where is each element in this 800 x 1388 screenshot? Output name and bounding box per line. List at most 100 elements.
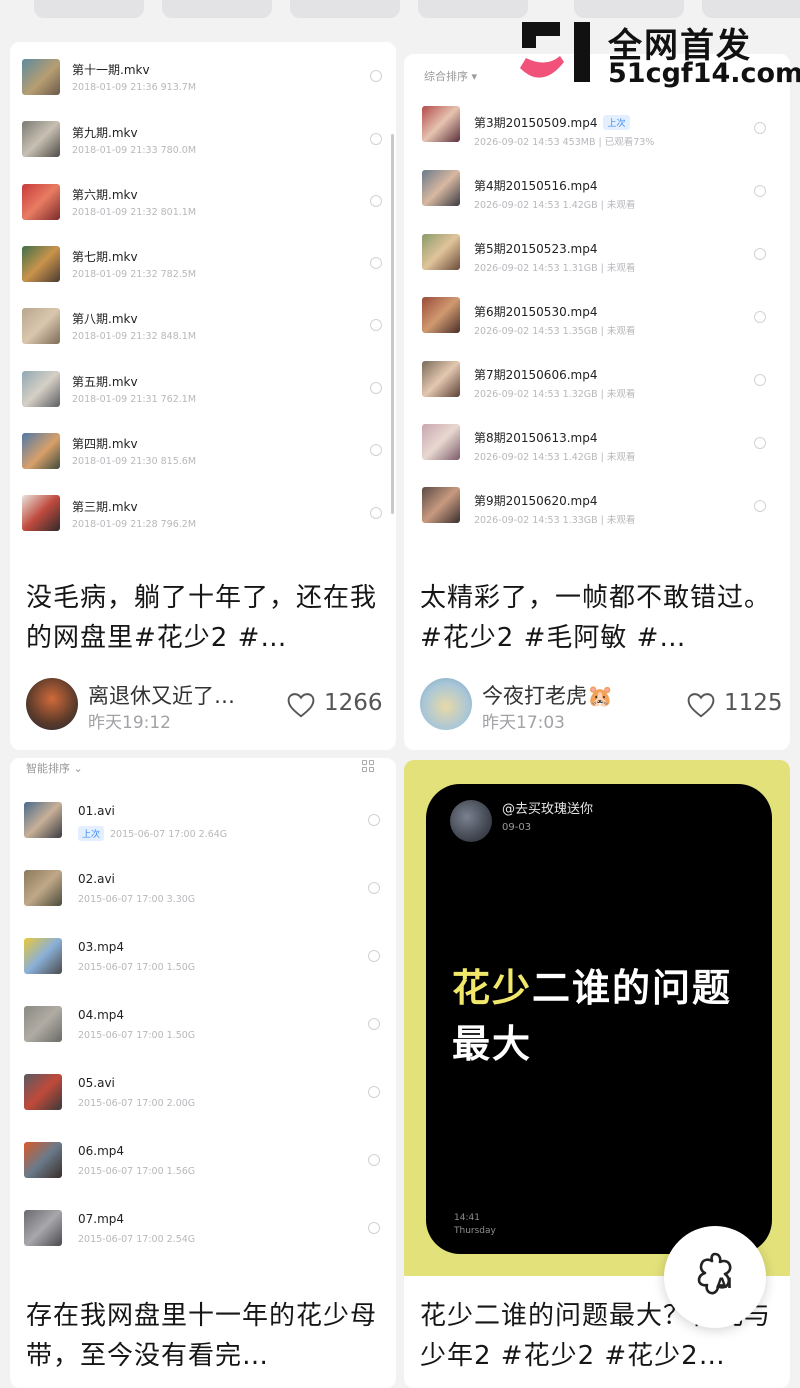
ai-sparkle-icon: AI bbox=[697, 1252, 732, 1295]
tab-6[interactable] bbox=[702, 0, 800, 18]
video-thumbnail bbox=[24, 1142, 62, 1178]
file-name: 第9期20150620.mp4 bbox=[474, 494, 598, 508]
select-radio bbox=[368, 950, 380, 962]
video-thumbnail bbox=[422, 170, 460, 206]
watermark-logo bbox=[520, 22, 590, 82]
ai-label: AI bbox=[716, 1276, 732, 1292]
file-meta: 2015-06-07 17:00 1.50G bbox=[78, 1030, 196, 1041]
file-name: 第5期20150523.mp4 bbox=[474, 242, 598, 256]
video-thumbnail bbox=[24, 802, 62, 838]
file-name: 第八期.mkv bbox=[72, 312, 138, 326]
card-cover-screenshot: 综合排序 ▾ 第3期20150509.mp4 上次 2026-09-02 14:5… bbox=[404, 54, 790, 560]
feed-card-1[interactable]: 第十一期.mkv 2018-01-09 21:36 913.7M 第九期.mkv… bbox=[10, 42, 396, 750]
select-radio bbox=[370, 70, 382, 82]
select-radio bbox=[368, 1222, 380, 1234]
video-thumbnail bbox=[422, 234, 460, 270]
select-radio bbox=[754, 248, 766, 260]
select-radio bbox=[370, 507, 382, 519]
file-name: 04.mp4 bbox=[78, 1008, 125, 1022]
note-date: 09-03 bbox=[502, 822, 532, 833]
file-name: 第五期.mkv bbox=[72, 375, 138, 389]
author-name[interactable]: 今夜打老虎🐹 bbox=[482, 680, 613, 710]
file-meta: 2026-09-02 14:53 1.32GB | 未观看 bbox=[474, 389, 636, 400]
video-thumbnail bbox=[422, 424, 460, 460]
file-name: 第4期20150516.mp4 bbox=[474, 179, 598, 193]
feed-card-3[interactable]: 智能排序 ⌄ 01.avi 上次 2015-06-07 17:00 2.64G 0… bbox=[10, 758, 396, 1388]
video-thumbnail bbox=[422, 361, 460, 397]
file-name: 第四期.mkv bbox=[72, 437, 138, 451]
phone-note-screenshot: @去买玫瑰送你 09-03 花少二谁的问题最大 14:41 Thursday bbox=[426, 784, 772, 1254]
file-name: 05.avi bbox=[78, 1076, 115, 1090]
scrollbar bbox=[391, 134, 394, 514]
tab-3[interactable] bbox=[290, 0, 400, 18]
like-count: 1125 bbox=[724, 690, 783, 716]
video-thumbnail bbox=[24, 938, 62, 974]
file-meta: 2015-06-07 17:00 1.56G bbox=[78, 1166, 196, 1177]
select-radio bbox=[368, 882, 380, 894]
file-name: 第十一期.mkv bbox=[72, 63, 150, 77]
card-cover-screenshot: 智能排序 ⌄ 01.avi 上次 2015-06-07 17:00 2.64G 0… bbox=[10, 758, 396, 1270]
file-meta: 2026-09-02 14:53 1.42GB | 未观看 bbox=[474, 452, 636, 463]
like-button[interactable]: 1266 bbox=[286, 690, 383, 720]
avatar[interactable] bbox=[420, 678, 472, 730]
ai-assistant-button[interactable]: AI bbox=[664, 1226, 766, 1328]
file-name: 第8期20150613.mp4 bbox=[474, 431, 598, 445]
file-name: 01.avi bbox=[78, 804, 115, 818]
video-thumbnail bbox=[22, 184, 60, 220]
select-radio bbox=[368, 1018, 380, 1030]
file-name: 第3期20150509.mp4 上次 bbox=[474, 114, 630, 131]
post-caption: 存在我网盘里十一年的花少母带，至今没有看完… bbox=[26, 1301, 378, 1371]
file-meta: 2026-09-02 14:53 1.31GB | 未观看 bbox=[474, 263, 636, 274]
like-count: 1266 bbox=[324, 690, 383, 716]
select-radio bbox=[754, 185, 766, 197]
card-cover-screenshot: 第十一期.mkv 2018-01-09 21:36 913.7M 第九期.mkv… bbox=[10, 42, 396, 560]
tab-5[interactable] bbox=[574, 0, 684, 18]
heart-icon bbox=[287, 693, 315, 718]
tab-2[interactable] bbox=[162, 0, 272, 18]
video-thumbnail bbox=[22, 59, 60, 95]
select-radio bbox=[370, 133, 382, 145]
site-watermark: 全网首发 51cgf14.com bbox=[516, 18, 800, 90]
note-headline: 花少二谁的问题最大 bbox=[452, 960, 752, 1072]
video-thumbnail bbox=[22, 495, 60, 531]
post-caption: 没毛病，躺了十年了，还在我的网盘里#花少2 #… bbox=[26, 583, 378, 653]
video-thumbnail bbox=[24, 1074, 62, 1110]
select-radio bbox=[370, 257, 382, 269]
file-name: 06.mp4 bbox=[78, 1144, 125, 1158]
feed-card-2[interactable]: 综合排序 ▾ 第3期20150509.mp4 上次 2026-09-02 14:5… bbox=[404, 54, 790, 750]
video-thumbnail bbox=[22, 371, 60, 407]
file-name: 第三期.mkv bbox=[72, 500, 138, 514]
author-name[interactable]: 离退休又近了… bbox=[88, 680, 235, 710]
file-meta: 2018-01-09 21:36 913.7M bbox=[72, 82, 197, 93]
last-watched-tag: 上次 bbox=[78, 826, 105, 841]
file-meta: 2015-06-07 17:00 1.50G bbox=[78, 962, 196, 973]
note-highlight: 花少 bbox=[452, 966, 533, 1010]
select-radio bbox=[754, 374, 766, 386]
author-row: 离退休又近了… 昨天19:12 1266 bbox=[26, 678, 383, 733]
post-time: 昨天17:03 bbox=[482, 713, 565, 733]
note-avatar bbox=[450, 800, 492, 842]
select-radio bbox=[368, 1154, 380, 1166]
file-name: 第七期.mkv bbox=[72, 250, 138, 264]
file-meta: 2018-01-09 21:30 815.6M bbox=[72, 456, 197, 467]
select-radio bbox=[370, 195, 382, 207]
file-meta: 2026-09-02 14:53 1.35GB | 未观看 bbox=[474, 326, 636, 337]
select-radio bbox=[754, 311, 766, 323]
video-thumbnail bbox=[22, 308, 60, 344]
tab-1[interactable] bbox=[34, 0, 144, 18]
sort-dropdown: 综合排序 ▾ bbox=[424, 70, 478, 83]
tab-4[interactable] bbox=[418, 0, 528, 18]
card-cover-image: @去买玫瑰送你 09-03 花少二谁的问题最大 14:41 Thursday bbox=[404, 760, 790, 1276]
heart-icon bbox=[687, 693, 715, 718]
file-name: 第6期20150530.mp4 bbox=[474, 305, 598, 319]
file-meta: 2018-01-09 21:33 780.0M bbox=[72, 145, 197, 156]
video-thumbnail bbox=[422, 297, 460, 333]
like-button[interactable]: 1125 bbox=[686, 690, 783, 720]
select-radio bbox=[370, 319, 382, 331]
select-radio bbox=[754, 122, 766, 134]
video-thumbnail bbox=[22, 433, 60, 469]
avatar[interactable] bbox=[26, 678, 78, 730]
select-radio bbox=[370, 382, 382, 394]
video-thumbnail bbox=[422, 487, 460, 523]
select-radio bbox=[754, 437, 766, 449]
